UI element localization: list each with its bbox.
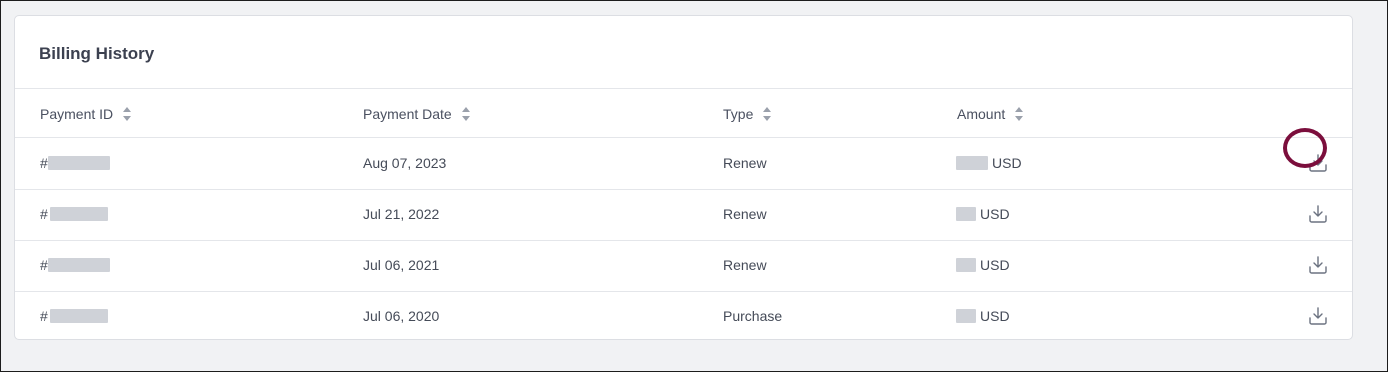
payment-id-prefix: # (40, 206, 48, 222)
billing-history-card: Billing History Payment ID Payment Date … (14, 15, 1353, 340)
redacted-amount (956, 309, 976, 324)
column-label: Amount (957, 106, 1006, 122)
sort-arrows-icon[interactable] (123, 107, 132, 121)
column-header-payment-date[interactable]: Payment Date (363, 106, 470, 122)
column-header-type[interactable]: Type (723, 106, 772, 122)
sort-arrows-icon[interactable] (763, 107, 772, 121)
redacted-payment-id (47, 156, 110, 171)
amount-currency: USD (980, 206, 1010, 222)
sort-arrows-icon[interactable] (1015, 107, 1024, 121)
column-label: Payment Date (363, 106, 452, 122)
download-icon[interactable] (1306, 253, 1330, 277)
table-row: # Jul 06, 2021 Renew USD (15, 240, 1352, 291)
type-cell: Renew (723, 155, 767, 171)
payment-date-cell: Aug 07, 2023 (363, 155, 447, 171)
type-cell: Renew (723, 206, 767, 222)
download-icon[interactable] (1306, 151, 1330, 175)
payment-id-cell: # (40, 257, 110, 273)
sort-arrows-icon[interactable] (461, 107, 470, 121)
amount-currency: USD (980, 308, 1010, 324)
amount-cell: USD (956, 257, 1010, 273)
redacted-payment-id (49, 207, 108, 222)
column-header-amount[interactable]: Amount (957, 106, 1024, 122)
column-header-payment-id[interactable]: Payment ID (40, 106, 132, 122)
payment-date-cell: Jul 21, 2022 (363, 206, 440, 222)
card-title: Billing History (39, 44, 155, 63)
amount-currency: USD (980, 257, 1010, 273)
table-row: # Jul 06, 2020 Purchase USD (15, 291, 1352, 342)
type-cell: Renew (723, 257, 767, 273)
column-label: Type (723, 106, 754, 122)
table-row: # Jul 21, 2022 Renew USD (15, 189, 1352, 240)
amount-currency: USD (992, 155, 1022, 171)
table-row: # Aug 07, 2023 Renew USD (15, 138, 1352, 189)
redacted-amount (956, 156, 988, 171)
payment-id-prefix: # (40, 257, 48, 273)
table-header: Payment ID Payment Date Type Amount (15, 89, 1352, 138)
redacted-amount (956, 258, 976, 273)
app-window: Billing History Payment ID Payment Date … (0, 0, 1388, 372)
download-icon[interactable] (1306, 202, 1330, 226)
redacted-payment-id (47, 258, 110, 273)
payment-date-cell: Jul 06, 2020 (363, 308, 440, 324)
download-icon[interactable] (1306, 304, 1330, 328)
amount-cell: USD (956, 206, 1010, 222)
payment-date-cell: Jul 06, 2021 (363, 257, 440, 273)
payment-id-prefix: # (40, 155, 48, 171)
payment-id-cell: # (40, 206, 108, 222)
redacted-amount (956, 207, 976, 222)
amount-cell: USD (956, 308, 1010, 324)
type-cell: Purchase (723, 308, 783, 324)
redacted-payment-id (49, 309, 108, 324)
payment-id-cell: # (40, 308, 108, 324)
payment-id-cell: # (40, 155, 110, 171)
amount-cell: USD (956, 155, 1022, 171)
payment-id-prefix: # (40, 308, 48, 324)
column-label: Payment ID (40, 106, 114, 122)
